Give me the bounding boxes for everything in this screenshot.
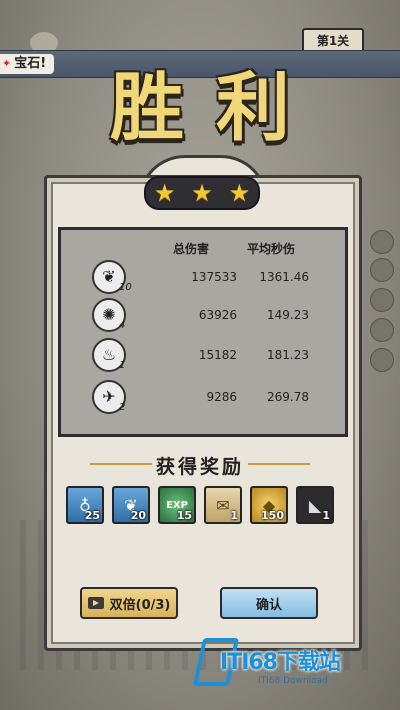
reward-count: 15 bbox=[176, 509, 192, 522]
total-damage: 15182 bbox=[198, 348, 237, 362]
side-skill-icon bbox=[370, 318, 394, 342]
gold-coin-reward[interactable]: ◆ 150 bbox=[250, 486, 288, 524]
watermark-sub: ITI68 Download bbox=[258, 676, 328, 686]
feather-card-reward[interactable]: ❦ 20 bbox=[112, 486, 150, 524]
star-icon: ★ bbox=[228, 179, 251, 207]
header-total-damage: 总伤害 bbox=[173, 242, 210, 256]
total-damage: 63926 bbox=[198, 308, 237, 322]
reward-title: 获得奖励 bbox=[155, 456, 244, 478]
victory-title: 胜利 bbox=[110, 65, 322, 151]
skill-level: 4 bbox=[119, 320, 126, 331]
reward-count: 150 bbox=[261, 509, 284, 522]
double-reward-button[interactable]: 双倍(0/3) bbox=[80, 587, 178, 619]
avg-dps: 181.23 bbox=[267, 348, 309, 362]
table-row: ♨ 1 15182 181.23 bbox=[61, 338, 345, 378]
avg-dps: 1361.46 bbox=[259, 270, 309, 284]
double-reward-label: 双倍(0/3) bbox=[109, 597, 171, 613]
total-damage: 137533 bbox=[191, 270, 237, 284]
star-icon: ★ bbox=[153, 179, 176, 207]
reward-count: 25 bbox=[84, 509, 100, 522]
total-damage: 9286 bbox=[206, 390, 237, 404]
table-row: ❦ 10 137533 1361.46 bbox=[61, 260, 345, 300]
damage-stats-table: 总伤害 平均秒伤 ❦ 10 137533 1361.46 ✺ 4 63926 1… bbox=[58, 227, 348, 437]
star-icon: ★ bbox=[191, 179, 213, 207]
skill-level: 1 bbox=[119, 360, 126, 371]
reward-divider-right bbox=[248, 463, 310, 465]
video-ad-icon bbox=[87, 597, 104, 609]
reward-count: 20 bbox=[130, 509, 146, 522]
reward-count: 1 bbox=[322, 509, 330, 522]
watermark: ITI68下载站 ITI68 Download bbox=[192, 630, 398, 700]
reward-count: 1 bbox=[230, 509, 238, 522]
header-avg-dps: 平均秒伤 bbox=[247, 242, 296, 256]
watermark-main: ITI68下载站 bbox=[220, 650, 341, 675]
blade-item-reward[interactable]: ◣ 1 bbox=[296, 486, 334, 524]
confirm-label: 确认 bbox=[255, 597, 282, 613]
skill-level: 10 bbox=[119, 282, 132, 293]
scroll-reward[interactable]: ✉ 1 bbox=[204, 486, 242, 524]
side-skill-icon bbox=[370, 258, 394, 282]
side-skill-icon bbox=[370, 348, 394, 372]
star-rating: ★ ★ ★ bbox=[144, 176, 260, 210]
exp-orb-reward[interactable]: EXP 15 bbox=[158, 486, 196, 524]
table-row: ✺ 4 63926 149.23 bbox=[61, 298, 345, 338]
confirm-button[interactable]: 确认 bbox=[220, 587, 318, 619]
table-row: ✈ 2 9286 269.78 bbox=[61, 380, 345, 420]
side-skill-icon bbox=[370, 230, 394, 254]
side-skill-icon bbox=[370, 288, 394, 312]
avg-dps: 269.78 bbox=[267, 390, 309, 404]
blade-icon: ◣ bbox=[308, 495, 322, 515]
reward-list: ♁ 25 ❦ 20 EXP 15 ✉ 1 ◆ 150 ◣ 1 bbox=[66, 486, 336, 528]
spirit-card-reward[interactable]: ♁ 25 bbox=[66, 486, 104, 524]
avg-dps: 149.23 bbox=[267, 308, 309, 322]
scroll-icon: ✉ bbox=[216, 495, 230, 515]
skill-level: 2 bbox=[119, 402, 126, 413]
